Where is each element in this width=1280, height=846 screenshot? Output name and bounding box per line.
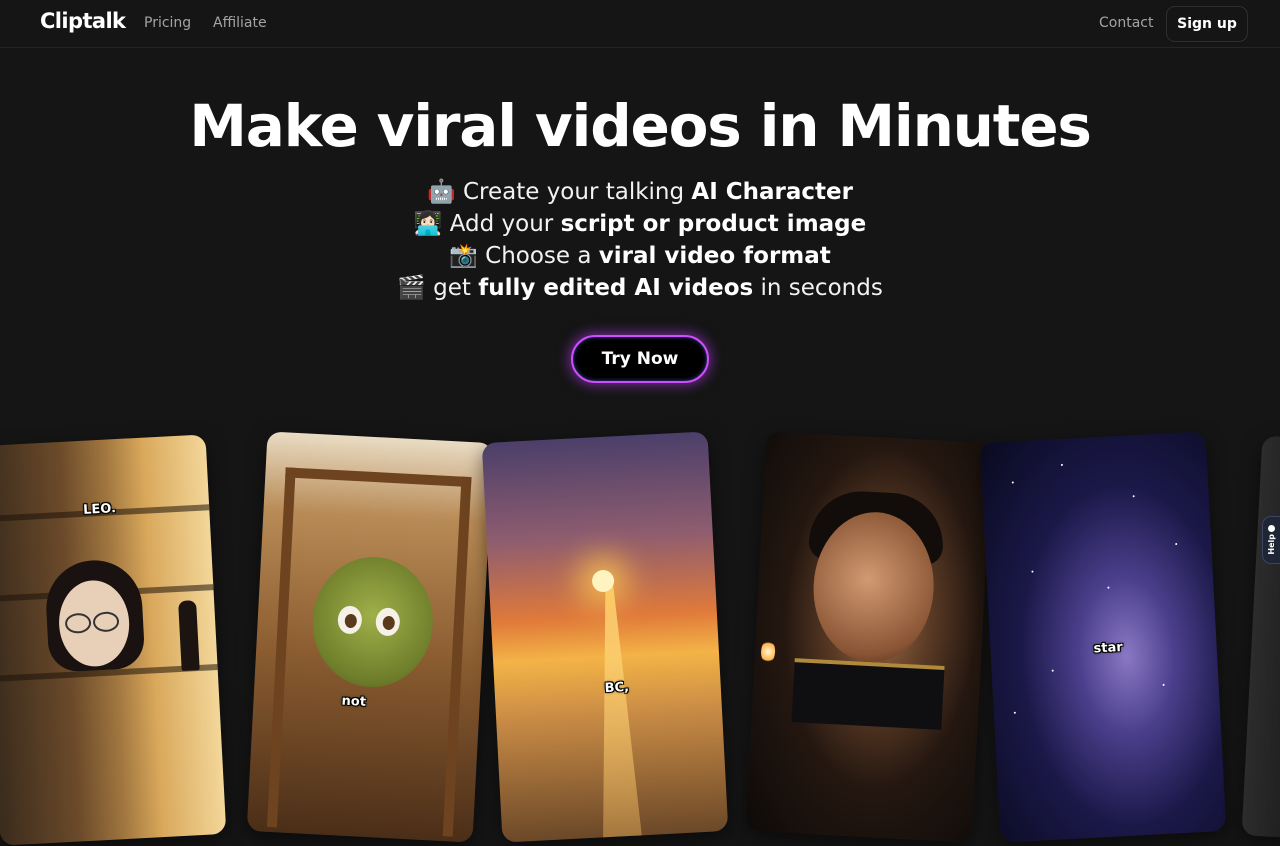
video-caption: LEO. <box>82 501 117 518</box>
video-card-library-girl[interactable]: LEO. <box>0 434 227 846</box>
feature-text: Add your <box>449 211 554 237</box>
help-label: Help <box>1267 534 1276 555</box>
star-icon <box>1011 481 1014 484</box>
video-card-desert-sunset[interactable]: BC, <box>481 431 729 843</box>
feature-highlight: viral video format <box>598 243 831 269</box>
feature-text: get <box>433 275 471 301</box>
feature-list: 🤖 Create your talking AI Character 👩🏻‍💻 … <box>0 176 1280 304</box>
help-tab[interactable]: Help <box>1262 516 1280 564</box>
feature-item: 📸 Choose a viral video format <box>0 240 1280 272</box>
video-caption: star <box>1093 639 1124 657</box>
star-icon <box>1051 669 1054 672</box>
candle-icon <box>760 639 776 665</box>
top-nav: Cliptalk Pricing Affiliate Contact Sign … <box>0 0 1280 48</box>
feature-highlight: script or product image <box>560 211 867 237</box>
star-icon <box>1107 586 1110 589</box>
video-caption: not <box>341 693 367 710</box>
robot-icon: 🤖 <box>427 179 456 205</box>
video-card-partial[interactable] <box>1241 435 1280 839</box>
technologist-icon: 👩🏻‍💻 <box>413 211 443 237</box>
background-figure <box>178 600 200 671</box>
feature-item: 👩🏻‍💻 Add your script or product image <box>0 208 1280 240</box>
feature-highlight: AI Character <box>691 179 853 205</box>
logo[interactable]: Cliptalk <box>40 9 126 33</box>
nav-affiliate-link[interactable]: Affiliate <box>213 15 267 31</box>
star-icon <box>1013 711 1016 714</box>
star-icon <box>1175 542 1178 546</box>
hero-headline: Make viral videos in Minutes <box>189 92 1092 160</box>
feature-item: 🎬 get fully edited AI videos in seconds <box>0 272 1280 304</box>
video-card-kiwi[interactable]: not <box>246 431 494 843</box>
star-icon <box>1132 495 1135 498</box>
feature-text: Create your talking <box>462 179 685 205</box>
feature-text: Choose a <box>485 243 592 269</box>
star-icon <box>1162 683 1165 686</box>
try-now-button[interactable]: Try Now <box>571 335 709 383</box>
chat-bubble-icon <box>1268 525 1275 533</box>
camera-flash-icon: 📸 <box>449 243 478 269</box>
clapper-board-icon: 🎬 <box>397 275 426 301</box>
sun-path <box>589 586 643 843</box>
uniform-collar <box>791 658 945 730</box>
signup-button[interactable]: Sign up <box>1166 6 1248 42</box>
nav-pricing-link[interactable]: Pricing <box>144 15 191 31</box>
video-caption: BC, <box>604 679 630 697</box>
nav-contact-link[interactable]: Contact <box>1099 15 1153 31</box>
video-card-galaxy[interactable]: star <box>979 431 1227 843</box>
feature-item: 🤖 Create your talking AI Character <box>0 176 1280 208</box>
star-icon <box>1060 463 1063 466</box>
video-card-general[interactable] <box>745 431 993 843</box>
star-icon <box>1031 570 1034 573</box>
feature-highlight: fully edited AI videos <box>478 275 754 301</box>
feature-text-suffix: in seconds <box>760 275 883 301</box>
